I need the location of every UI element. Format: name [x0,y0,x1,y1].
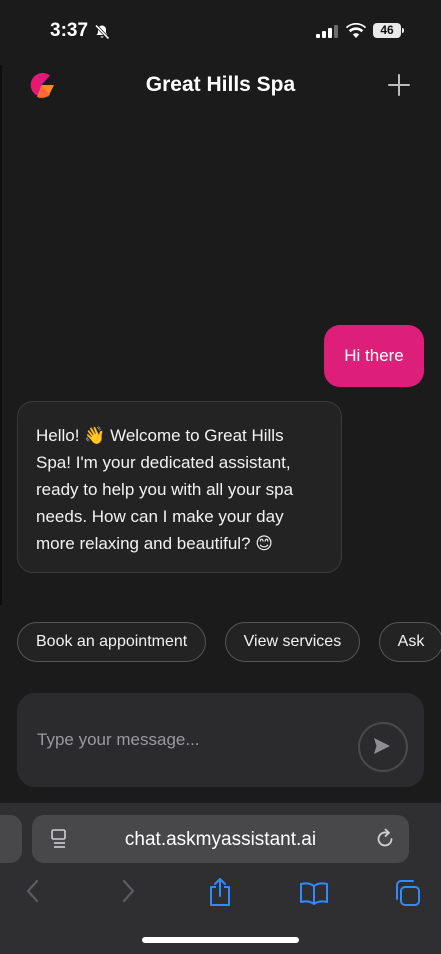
browser-toolbar: chat.askmyassistant.ai [0,803,441,954]
share-icon[interactable] [208,877,232,907]
status-bar: 3:37 46 [0,0,441,62]
quick-replies: Book an appointment View services Ask [17,622,441,662]
page-title: Great Hills Spa [145,73,296,96]
message-composer [17,693,424,787]
battery-icon: 46 [373,23,401,38]
plus-icon[interactable] [386,72,412,98]
chip-book-appointment[interactable]: Book an appointment [17,622,207,662]
assistant-message: Hello! 👋 Welcome to Great Hills Spa! I'm… [17,401,342,573]
user-message: Hi there [324,325,424,387]
back-icon[interactable] [24,879,42,903]
status-time: 3:37 [50,20,89,41]
forward-icon[interactable] [119,879,137,903]
app-header: Great Hills Spa [0,62,441,110]
battery-level: 46 [380,23,394,37]
side-edge [0,65,2,605]
chip-ask[interactable]: Ask [378,622,441,662]
url-text: chat.askmyassistant.ai [124,829,317,850]
previous-tab-edge[interactable] [0,815,22,863]
message-input[interactable] [37,730,337,750]
bell-slash-icon [94,24,110,40]
tab-overview-icon[interactable] [393,879,421,907]
cellular-icon [316,25,338,38]
send-icon [374,738,390,754]
home-indicator[interactable] [142,937,299,943]
wifi-icon [346,23,366,38]
address-bar[interactable]: chat.askmyassistant.ai [32,815,409,863]
reload-icon[interactable] [374,828,396,850]
send-button[interactable] [358,722,408,772]
chip-view-services[interactable]: View services [224,622,361,662]
battery-tip [402,28,404,33]
bookmarks-icon[interactable] [299,881,329,905]
